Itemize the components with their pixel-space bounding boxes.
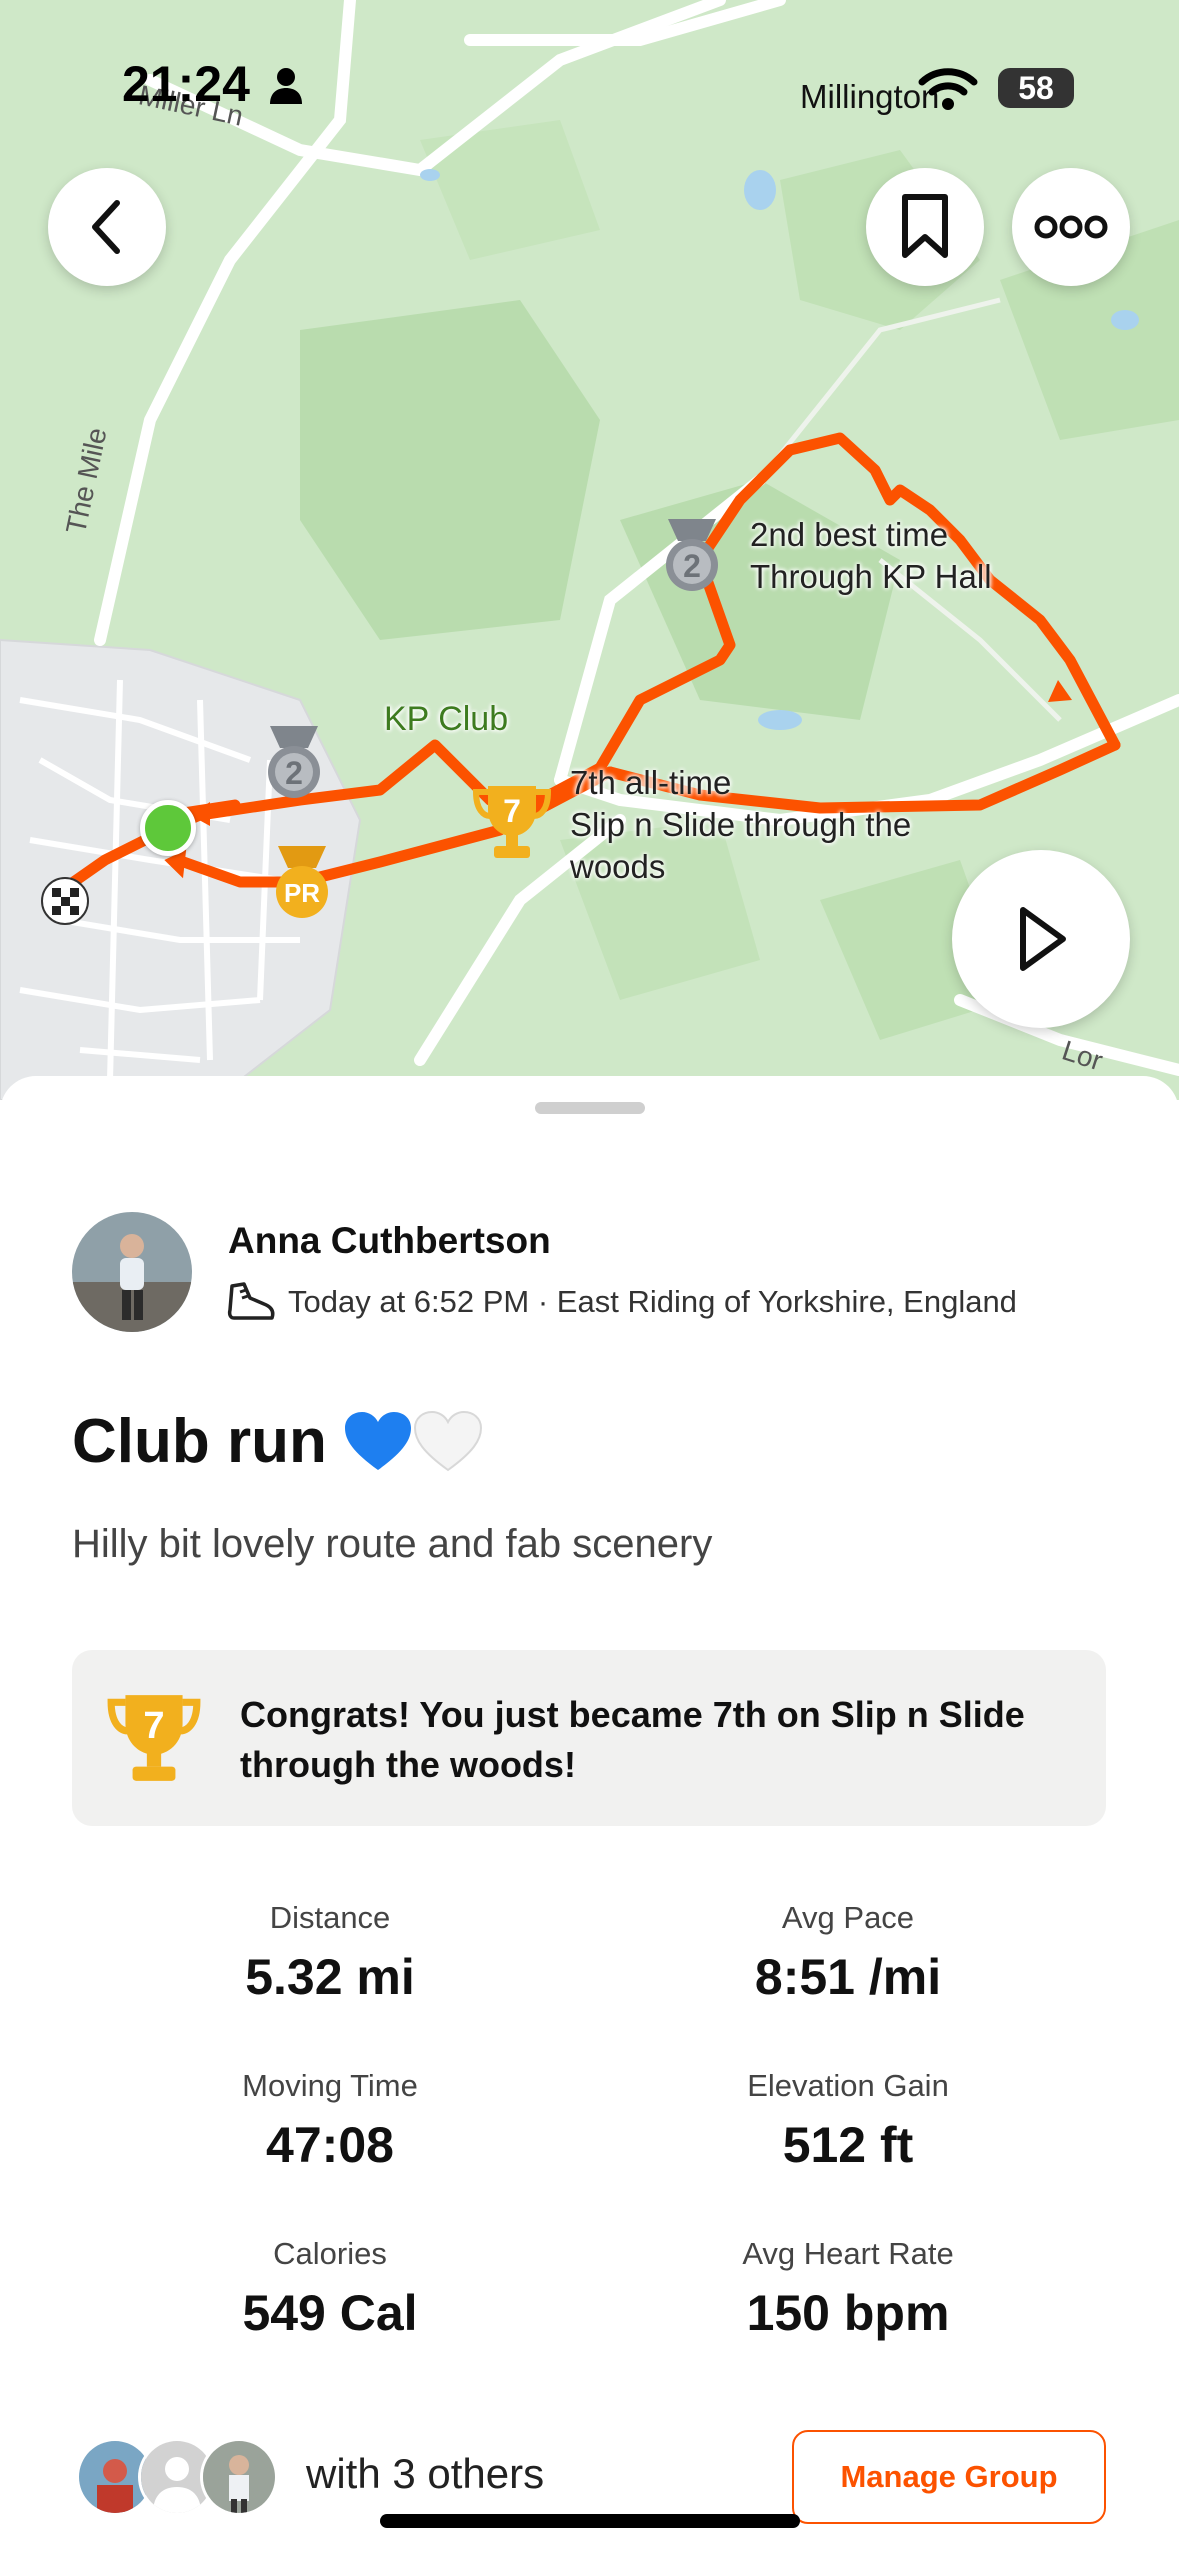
white-heart-icon <box>413 1410 482 1471</box>
slide-annotation-line1: 7th all-time <box>570 764 732 801</box>
title-row: Club run <box>72 1406 483 1477</box>
status-bar: 21:24 Millington 58 <box>0 0 1179 170</box>
stat-avg-heart-rate: Avg Heart Rate 150 bpm <box>648 2236 1048 2342</box>
activity-title: Club run <box>72 1407 327 1476</box>
silver-medal-icon[interactable]: 2 <box>656 515 728 595</box>
pr-badge-icon[interactable]: PR <box>266 842 338 922</box>
achievement-card[interactable]: 7 Congrats! You just became 7th on Slip … <box>72 1650 1106 1826</box>
stat-label: Avg Heart Rate <box>742 2236 954 2271</box>
athlete-name[interactable]: Anna Cuthbertson <box>228 1220 551 1262</box>
stat-avg-pace: Avg Pace 8:51 /mi <box>648 1900 1048 2006</box>
route-map[interactable]: Miller Ln The Mile Lor 2 2 7 PR 2nd best… <box>0 0 1179 1100</box>
group-member-avatar[interactable] <box>200 2438 278 2516</box>
stat-calories: Calories 549 Cal <box>130 2236 530 2342</box>
stat-value: 512 ft <box>782 2117 914 2173</box>
activity-description: Hilly bit lovely route and fab scenery <box>72 1522 713 1566</box>
start-marker <box>140 800 196 856</box>
wifi-icon <box>918 68 978 110</box>
svg-text:2: 2 <box>285 755 303 791</box>
kp-hall-annotation-line1: 2nd best time <box>750 516 949 553</box>
more-options-button[interactable] <box>1012 168 1130 286</box>
silver-medal-icon[interactable]: 2 <box>258 722 330 802</box>
blue-heart-icon <box>344 1411 411 1470</box>
stat-label: Avg Pace <box>781 1900 915 1935</box>
stat-value: 47:08 <box>266 2117 394 2173</box>
athlete-avatar[interactable] <box>72 1212 192 1332</box>
chevron-left-icon <box>92 200 120 254</box>
bookmark-button[interactable] <box>866 168 984 286</box>
stat-label: Distance <box>269 1900 391 1935</box>
sheet-grabber[interactable] <box>535 1102 645 1114</box>
svg-text:7: 7 <box>143 1705 164 1747</box>
svg-text:PR: PR <box>284 878 320 908</box>
svg-text:2: 2 <box>683 548 701 584</box>
finish-flag-icon <box>41 877 89 925</box>
manage-group-button[interactable]: Manage Group <box>792 2430 1106 2524</box>
home-indicator[interactable] <box>380 2514 800 2528</box>
stat-label: Elevation Gain <box>747 2068 949 2103</box>
kp-club-label: KP Club <box>384 700 509 738</box>
trophy-icon: 7 <box>107 1695 201 1781</box>
play-flyover-button[interactable] <box>952 850 1130 1028</box>
slide-annotation: 7th all-time Slip n Slide through the wo… <box>570 762 911 888</box>
stat-value: 8:51 /mi <box>754 1949 942 2005</box>
status-time: 21:24 <box>122 56 250 112</box>
bookmark-icon <box>902 194 948 258</box>
group-text[interactable]: with 3 others <box>306 2450 544 2498</box>
stat-label: Calories <box>273 2236 387 2271</box>
slide-annotation-line3: woods <box>570 848 666 885</box>
person-icon <box>270 68 302 104</box>
play-icon <box>1020 907 1066 971</box>
trophy-icon[interactable]: 7 <box>472 780 552 864</box>
activity-sheet: Anna Cuthbertson Today at 6:52 PM · East… <box>0 1076 1179 2556</box>
svg-text:7: 7 <box>503 793 521 829</box>
kp-hall-annotation: 2nd best time Through KP Hall <box>750 514 992 598</box>
slide-annotation-line2: Slip n Slide through the <box>570 806 912 843</box>
stat-distance: Distance 5.32 mi <box>130 1900 530 2006</box>
group-row: with 3 others Manage Group <box>72 2422 1106 2524</box>
stat-value: 549 Cal <box>242 2285 418 2341</box>
stat-value: 5.32 mi <box>245 1949 415 2005</box>
more-dots-icon <box>1034 215 1108 239</box>
running-shoe-icon <box>227 1282 275 1320</box>
stat-label: Moving Time <box>242 2068 418 2103</box>
stat-moving-time: Moving Time 47:08 <box>130 2068 530 2174</box>
activity-meta: Today at 6:52 PM · East Riding of Yorksh… <box>288 1284 1017 1319</box>
stat-value: 150 bpm <box>746 2285 950 2341</box>
achievement-text: Congrats! You just became 7th on Slip n … <box>240 1694 1025 1785</box>
back-button[interactable] <box>48 168 166 286</box>
kp-hall-annotation-line2: Through KP Hall <box>750 558 992 595</box>
battery-indicator: 58 <box>998 68 1074 108</box>
stat-elevation-gain: Elevation Gain 512 ft <box>648 2068 1048 2174</box>
